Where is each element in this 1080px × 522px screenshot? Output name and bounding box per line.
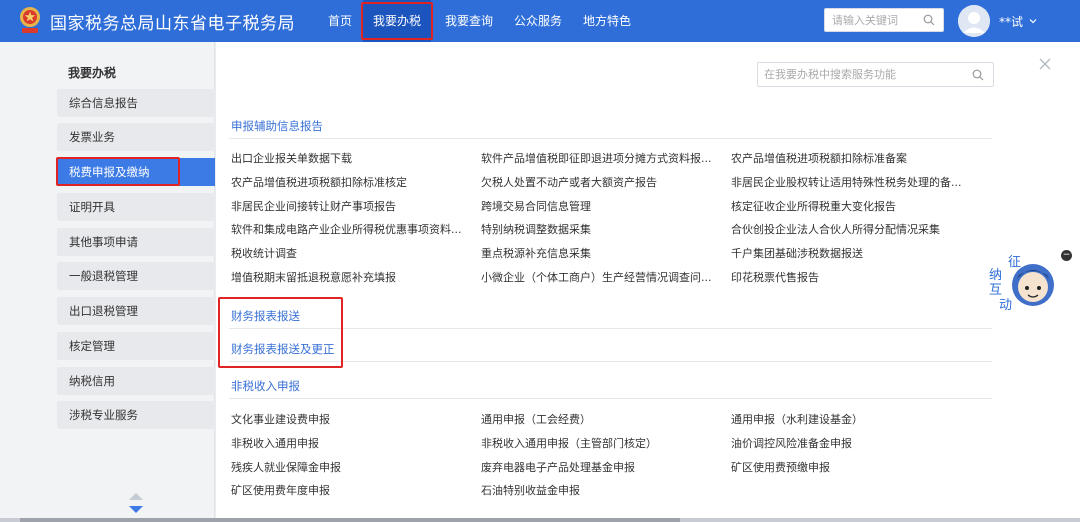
service-link[interactable]: 非居民企业股权转让适用特殊性税务处理的备... xyxy=(731,174,962,190)
service-link[interactable]: 农产品增值税进项税额扣除标准核定 xyxy=(231,174,407,190)
nav-query[interactable]: 我要查询 xyxy=(440,0,498,42)
widget-char: 征 xyxy=(1008,255,1021,270)
widget-char: 动 xyxy=(999,298,1012,313)
tax-interaction-widget[interactable]: 征 纳 互 动 xyxy=(983,249,1055,315)
service-search-box[interactable] xyxy=(757,62,994,87)
service-link[interactable]: 税收统计调查 xyxy=(231,245,297,261)
section-title-financial-report[interactable]: 财务报表报送 xyxy=(231,308,300,324)
service-link[interactable]: 特别纳税调整数据采集 xyxy=(481,221,591,237)
service-link[interactable]: 印花税票代售报告 xyxy=(731,269,819,285)
service-link[interactable]: 软件产品增值税即征即退进项分摊方式资料报... xyxy=(481,150,712,166)
service-link[interactable]: 石油特别收益金申报 xyxy=(481,482,580,498)
top-search-box[interactable] xyxy=(824,8,944,32)
top-header: 国家税务总局山东省电子税务局 首页 我要办税 我要查询 公众服务 地方特色 **… xyxy=(0,0,1080,42)
nav-public-service[interactable]: 公众服务 xyxy=(509,0,567,42)
service-link[interactable]: 文化事业建设费申报 xyxy=(231,411,330,427)
section-divider xyxy=(229,361,992,362)
search-icon[interactable] xyxy=(923,14,935,26)
service-link[interactable]: 通用申报（工会经费） xyxy=(481,411,591,427)
section-divider xyxy=(229,328,992,329)
section-divider xyxy=(229,398,992,399)
section-title-financial-report-correction[interactable]: 财务报表报送及更正 xyxy=(231,341,335,357)
service-link[interactable]: 小微企业（个体工商户）生产经营情况调查问... xyxy=(481,269,712,285)
service-search-input[interactable] xyxy=(758,63,963,86)
service-link[interactable]: 软件和集成电路产业企业所得税优惠事项资料... xyxy=(231,221,462,237)
sidebar-item-other-applications[interactable]: 其他事项申请 xyxy=(57,228,215,256)
service-link[interactable]: 非居民企业间接转让财产事项报告 xyxy=(231,198,396,214)
service-link[interactable]: 跨境交易合同信息管理 xyxy=(481,198,591,214)
user-avatar-icon xyxy=(958,5,990,37)
nav-home[interactable]: 首页 xyxy=(320,0,360,42)
close-icon[interactable] xyxy=(1038,57,1052,71)
sidebar-item-export-refund[interactable]: 出口退税管理 xyxy=(57,297,215,325)
sidebar-title: 我要办税 xyxy=(68,66,117,80)
sidebar-item-tax-credit[interactable]: 纳税信用 xyxy=(57,367,215,395)
chevron-down-icon[interactable] xyxy=(1028,16,1038,26)
sidebar-item-invoice[interactable]: 发票业务 xyxy=(57,123,215,151)
top-search-input[interactable] xyxy=(825,9,917,32)
service-link[interactable]: 重点税源补充信息采集 xyxy=(481,245,591,261)
widget-char: 纳 xyxy=(989,268,1002,283)
sidebar-item-professional-service[interactable]: 涉税专业服务 xyxy=(57,401,215,429)
nav-tax-handling[interactable]: 我要办税 xyxy=(363,0,431,42)
user-name[interactable]: **试 xyxy=(999,13,1023,30)
service-link[interactable]: 出口企业报关单数据下载 xyxy=(231,150,352,166)
section-title-non-tax-income[interactable]: 非税收入申报 xyxy=(231,378,300,394)
sidebar-item-assessment[interactable]: 核定管理 xyxy=(57,332,215,360)
scrollbar-thumb[interactable] xyxy=(20,518,680,522)
site-title: 国家税务总局山东省电子税务局 xyxy=(50,14,295,34)
service-link[interactable]: 矿区使用费年度申报 xyxy=(231,482,330,498)
section-divider xyxy=(229,138,992,139)
section-title-declaration-info[interactable]: 申报辅助信息报告 xyxy=(231,118,323,134)
service-link[interactable]: 矿区使用费预缴申报 xyxy=(731,459,830,475)
service-link[interactable]: 千户集团基础涉税数据报送 xyxy=(731,245,863,261)
service-link[interactable]: 油价调控风险准备金申报 xyxy=(731,435,852,451)
user-avatar[interactable] xyxy=(958,5,990,37)
service-link[interactable]: 通用申报（水利建设基金） xyxy=(731,411,863,427)
sidebar-item-refund-management[interactable]: 一般退税管理 xyxy=(57,262,215,290)
service-link[interactable]: 非税收入通用申报（主管部门核定） xyxy=(481,435,657,451)
sidebar-item-comprehensive-report[interactable]: 综合信息报告 xyxy=(57,89,215,117)
tax-emblem-logo xyxy=(20,7,40,33)
sidebar-item-tax-declaration[interactable]: 税费申报及缴纳 xyxy=(57,158,215,186)
service-link[interactable]: 欠税人处置不动产或者大额资产报告 xyxy=(481,174,657,190)
search-icon[interactable] xyxy=(972,69,984,81)
service-link[interactable]: 增值税期末留抵退税意愿补充填报 xyxy=(231,269,396,285)
sidebar-item-certificate[interactable]: 证明开具 xyxy=(57,193,215,221)
nav-local-features[interactable]: 地方特色 xyxy=(578,0,636,42)
service-link[interactable]: 废弃电器电子产品处理基金申报 xyxy=(481,459,635,475)
service-link[interactable]: 农产品增值税进项税额扣除标准备案 xyxy=(731,150,907,166)
service-link[interactable]: 残疾人就业保障金申报 xyxy=(231,459,341,475)
widget-close-icon[interactable]: − xyxy=(1061,250,1072,261)
service-link[interactable]: 合伙创投企业法人合伙人所得分配情况采集 xyxy=(731,221,940,237)
widget-char: 互 xyxy=(989,283,1002,298)
scroll-up-down-icon[interactable] xyxy=(128,491,144,515)
service-link[interactable]: 核定征收企业所得税重大变化报告 xyxy=(731,198,896,214)
service-link[interactable]: 非税收入通用申报 xyxy=(231,435,319,451)
